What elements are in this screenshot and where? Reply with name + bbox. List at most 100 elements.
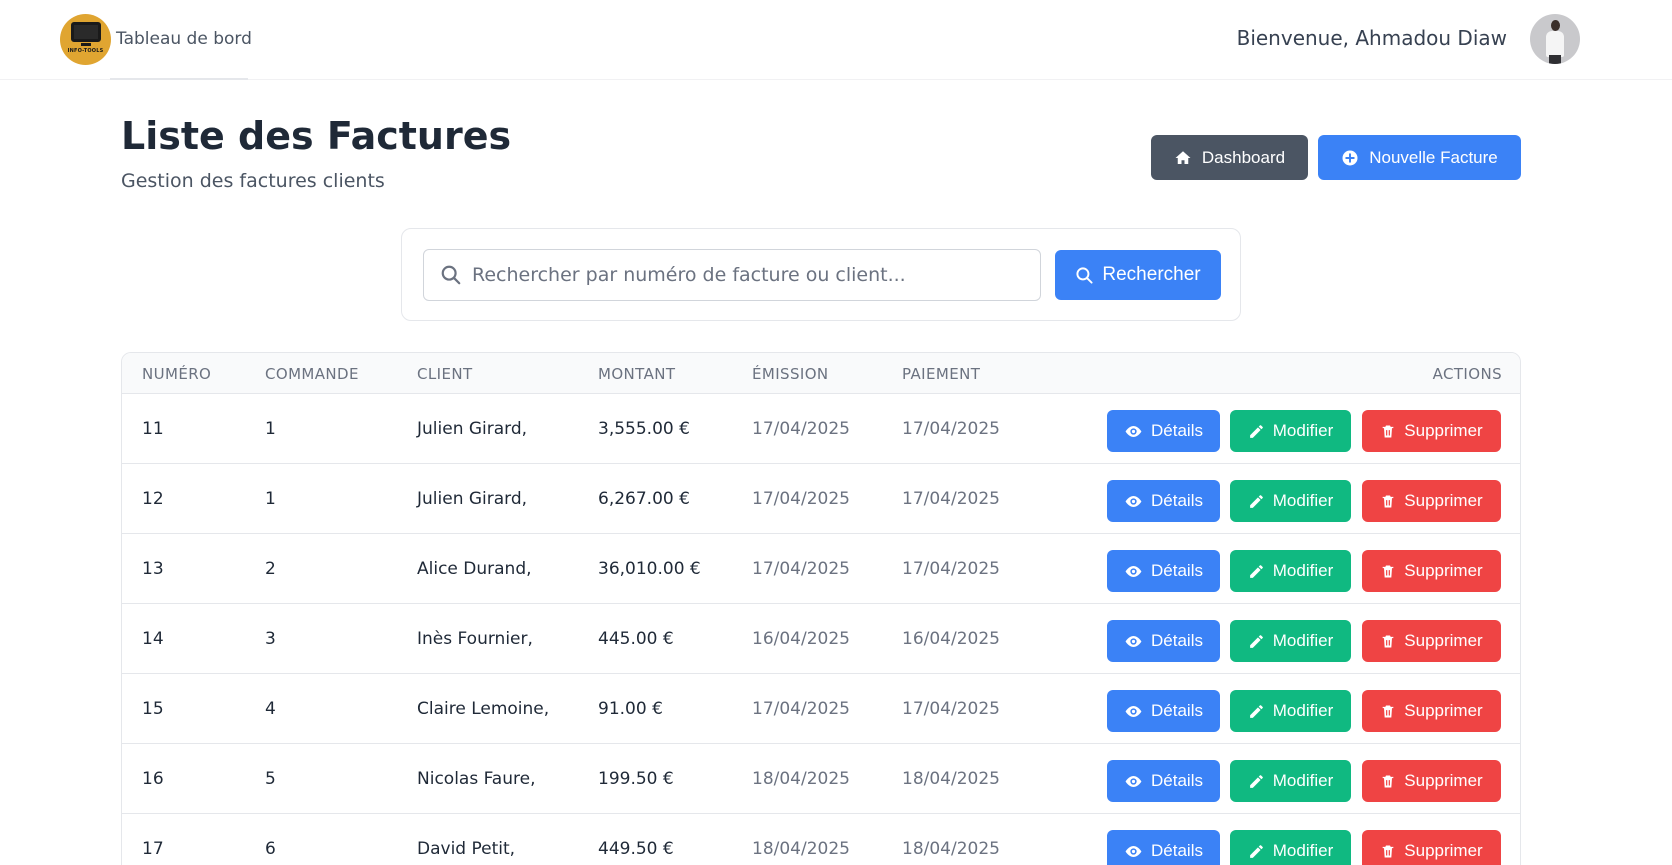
table-header: NUMÉRO COMMANDE CLIENT MONTANT ÉMISSION … — [122, 353, 1520, 394]
trash-icon — [1380, 563, 1396, 580]
invoice-number: 12 — [142, 489, 164, 509]
edit-button-label: Modifier — [1272, 421, 1334, 440]
search-input[interactable] — [472, 250, 1032, 300]
column-header-paiement: PAIEMENT — [902, 365, 981, 383]
pencil-icon — [1248, 493, 1265, 510]
client-name: Alice Durand, — [417, 559, 532, 579]
edit-button[interactable]: Modifier — [1230, 550, 1351, 592]
table-row: 16 5 Nicolas Faure, 199.50 € 18/04/2025 … — [122, 744, 1520, 814]
details-button[interactable]: Détails — [1107, 760, 1220, 802]
details-button-label: Détails — [1151, 841, 1203, 860]
order-number: 4 — [265, 699, 276, 719]
payment-date: 18/04/2025 — [902, 839, 1000, 859]
invoice-amount: 199.50 € — [598, 769, 674, 789]
details-button[interactable]: Détails — [1107, 410, 1220, 452]
delete-button[interactable]: Supprimer — [1362, 550, 1501, 592]
invoice-amount: 3,555.00 € — [598, 419, 690, 439]
dashboard-nav-link[interactable]: Tableau de bord — [116, 29, 252, 49]
edit-button-label: Modifier — [1272, 491, 1334, 510]
trash-icon — [1380, 493, 1396, 510]
trash-icon — [1380, 773, 1396, 790]
page-subtitle: Gestion des factures clients — [121, 170, 385, 192]
client-name: David Petit, — [417, 839, 516, 859]
eye-icon — [1124, 492, 1143, 511]
edit-button-label: Modifier — [1272, 561, 1334, 580]
delete-button[interactable]: Supprimer — [1362, 620, 1501, 662]
client-name: Inès Fournier, — [417, 629, 533, 649]
issue-date: 17/04/2025 — [752, 489, 850, 509]
eye-icon — [1124, 562, 1143, 581]
details-button[interactable]: Détails — [1107, 620, 1220, 662]
trash-icon — [1380, 703, 1396, 720]
edit-button[interactable]: Modifier — [1230, 410, 1351, 452]
invoice-number: 17 — [142, 839, 164, 859]
pencil-icon — [1248, 773, 1265, 790]
client-name: Claire Lemoine, — [417, 699, 550, 719]
column-header-actions: ACTIONS — [1432, 365, 1502, 383]
pencil-icon — [1248, 843, 1265, 860]
details-button-label: Détails — [1151, 771, 1203, 790]
issue-date: 16/04/2025 — [752, 629, 850, 649]
invoice-amount: 91.00 € — [598, 699, 663, 719]
details-button[interactable]: Détails — [1107, 830, 1220, 865]
invoice-number: 14 — [142, 629, 164, 649]
trash-icon — [1380, 423, 1396, 440]
edit-button-label: Modifier — [1272, 841, 1334, 860]
plus-circle-icon — [1341, 149, 1359, 167]
trash-icon — [1380, 843, 1396, 860]
details-button-label: Détails — [1151, 701, 1203, 720]
delete-button[interactable]: Supprimer — [1362, 760, 1501, 802]
issue-date: 18/04/2025 — [752, 769, 850, 789]
new-invoice-button[interactable]: Nouvelle Facture — [1318, 135, 1521, 180]
delete-button[interactable]: Supprimer — [1362, 830, 1501, 865]
invoice-amount: 36,010.00 € — [598, 559, 701, 579]
edit-button[interactable]: Modifier — [1230, 480, 1351, 522]
edit-button[interactable]: Modifier — [1230, 620, 1351, 662]
issue-date: 17/04/2025 — [752, 419, 850, 439]
details-button[interactable]: Détails — [1107, 550, 1220, 592]
delete-button-label: Supprimer — [1404, 771, 1483, 790]
order-number: 1 — [265, 419, 276, 439]
edit-button[interactable]: Modifier — [1230, 830, 1351, 865]
app-logo[interactable]: INFO-TOOLS — [60, 14, 111, 65]
search-icon — [1075, 266, 1094, 285]
edit-button[interactable]: Modifier — [1230, 690, 1351, 732]
search-button[interactable]: Rechercher — [1055, 250, 1221, 300]
pencil-icon — [1248, 423, 1265, 440]
table-row: 14 3 Inès Fournier, 445.00 € 16/04/2025 … — [122, 604, 1520, 674]
delete-button[interactable]: Supprimer — [1362, 690, 1501, 732]
invoice-number: 15 — [142, 699, 164, 719]
delete-button-label: Supprimer — [1404, 421, 1483, 440]
delete-button[interactable]: Supprimer — [1362, 480, 1501, 522]
delete-button[interactable]: Supprimer — [1362, 410, 1501, 452]
logo-text: INFO-TOOLS — [67, 47, 104, 54]
dashboard-button[interactable]: Dashboard — [1151, 135, 1308, 180]
invoice-amount: 445.00 € — [598, 629, 674, 649]
table-row: 12 1 Julien Girard, 6,267.00 € 17/04/202… — [122, 464, 1520, 534]
delete-button-label: Supprimer — [1404, 701, 1483, 720]
page-title: Liste des Factures — [121, 114, 512, 158]
new-invoice-button-label: Nouvelle Facture — [1369, 147, 1498, 167]
details-button[interactable]: Détails — [1107, 690, 1220, 732]
edit-button[interactable]: Modifier — [1230, 760, 1351, 802]
column-header-montant: MONTANT — [598, 365, 676, 383]
table-row: 17 6 David Petit, 449.50 € 18/04/2025 18… — [122, 814, 1520, 865]
eye-icon — [1124, 702, 1143, 721]
search-field[interactable] — [423, 249, 1041, 301]
dashboard-button-label: Dashboard — [1201, 147, 1286, 167]
user-avatar[interactable] — [1530, 14, 1580, 64]
delete-button-label: Supprimer — [1404, 841, 1483, 860]
details-button[interactable]: Détails — [1107, 480, 1220, 522]
invoice-number: 13 — [142, 559, 164, 579]
details-button-label: Détails — [1151, 421, 1203, 440]
delete-button-label: Supprimer — [1404, 561, 1483, 580]
order-number: 3 — [265, 629, 276, 649]
client-name: Julien Girard, — [417, 489, 528, 509]
invoices-table: NUMÉRO COMMANDE CLIENT MONTANT ÉMISSION … — [121, 352, 1521, 865]
order-number: 6 — [265, 839, 276, 859]
payment-date: 17/04/2025 — [902, 419, 1000, 439]
issue-date: 17/04/2025 — [752, 559, 850, 579]
client-name: Nicolas Faure, — [417, 769, 536, 789]
invoice-number: 16 — [142, 769, 164, 789]
trash-icon — [1380, 633, 1396, 650]
